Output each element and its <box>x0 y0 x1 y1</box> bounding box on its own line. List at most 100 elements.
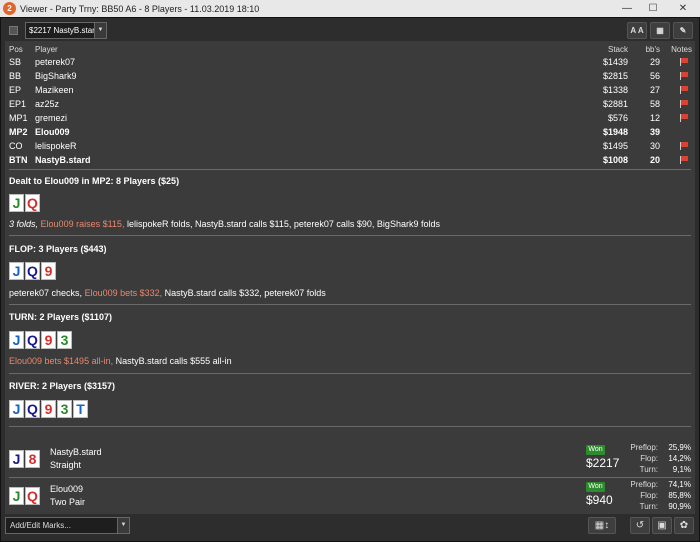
playing-card: 8 <box>25 450 40 468</box>
playing-card: Q <box>25 400 40 418</box>
equity-label: Turn: <box>639 465 658 474</box>
flop-hero-action: Elou009 bets $332, <box>84 288 163 298</box>
won-amount: $940 <box>586 493 613 507</box>
note-flag-icon[interactable] <box>680 58 689 66</box>
toolbar: $2217 NastyB.stard ▼ A A ▦ ✎ <box>5 22 695 39</box>
player-select[interactable]: $2217 NastyB.stard ▼ <box>25 22 107 39</box>
showdown-cards: J8 <box>9 450 40 468</box>
equity-value: 14,2% <box>668 454 691 463</box>
playing-card: 9 <box>41 400 56 418</box>
table-row[interactable]: MP2 Elou009 $1948 39 <box>5 125 695 139</box>
table-row[interactable]: BTN NastyB.stard $1008 20 <box>5 153 695 167</box>
chevron-down-icon[interactable]: ▼ <box>94 23 106 38</box>
note-flag-icon[interactable] <box>680 156 689 164</box>
player-name: gremezi <box>35 113 68 123</box>
player-stack: $2815 <box>602 71 628 81</box>
equity-label: Preflop: <box>630 480 658 489</box>
divider <box>9 169 691 170</box>
winner-name: NastyB.stard <box>50 447 102 457</box>
calculator-icon[interactable]: ▦↕ <box>588 517 616 534</box>
player-position: SB <box>9 57 22 67</box>
flop-title: FLOP: 3 Players ($443) <box>9 244 107 254</box>
player-name: Elou009 <box>35 127 70 137</box>
note-flag-icon[interactable] <box>680 72 689 80</box>
table-row[interactable]: BB BigShark9 $2815 56 <box>5 69 695 83</box>
pencil-icon[interactable]: ✎ <box>673 22 693 39</box>
player-stack: $1439 <box>602 57 628 67</box>
player-name: NastyB.stard <box>35 155 91 165</box>
divider <box>9 304 691 305</box>
player-position: MP2 <box>9 127 28 137</box>
player-stack: $1495 <box>602 141 628 151</box>
table-row[interactable]: CO lelispokeR $1495 30 <box>5 139 695 153</box>
chevron-down-icon[interactable]: ▼ <box>117 518 129 533</box>
playing-card: 3 <box>57 331 72 349</box>
winner-name: Elou009 <box>50 484 84 494</box>
playing-card: Q <box>25 331 40 349</box>
divider <box>9 426 691 427</box>
divider <box>9 235 691 236</box>
flop-pre-action: peterek07 checks, <box>9 288 83 298</box>
note-flag-icon[interactable] <box>680 100 689 108</box>
player-bbs: 29 <box>649 57 660 67</box>
turn-cards: JQ93 <box>9 331 72 349</box>
player-name: peterek07 <box>35 57 76 67</box>
replay-icon[interactable]: ↺ <box>630 517 650 534</box>
player-bbs: 56 <box>649 71 660 81</box>
flop-cards: JQ9 <box>9 262 56 280</box>
equity-value: 90,9% <box>668 502 691 511</box>
divider <box>9 477 691 478</box>
preflop-hero-action: Elou009 raises $115, <box>40 219 125 229</box>
equity-value: 25,9% <box>668 443 691 452</box>
equity-value: 9,1% <box>672 465 691 474</box>
font-size-button[interactable]: A A <box>627 22 647 39</box>
marks-placeholder: Add/Edit Marks... <box>10 521 71 530</box>
table-row[interactable]: SB peterek07 $1439 29 <box>5 55 695 69</box>
player-stack: $1948 <box>602 127 628 137</box>
player-bbs: 12 <box>649 113 660 123</box>
player-bbs: 20 <box>649 155 660 165</box>
select-checkbox[interactable] <box>9 26 18 35</box>
table-row[interactable]: EP Mazikeen $1338 27 <box>5 83 695 97</box>
playing-card: 9 <box>41 331 56 349</box>
equity-label: Flop: <box>640 454 658 463</box>
table-row[interactable]: MP1 gremezi $576 12 <box>5 111 695 125</box>
twitter-icon[interactable]: ✿ <box>674 517 694 534</box>
turn-actions: Elou009 bets $1495 all-in, NastyB.stard … <box>9 356 232 366</box>
player-position: EP <box>9 85 22 95</box>
equity-stat: Flop: 14,2% <box>616 453 691 464</box>
equity-stat: Flop: 85,8% <box>616 490 691 501</box>
hand-history: Pos Player Stack bb's Notes SB peterek07 $… <box>5 41 695 514</box>
preflop-folds: 3 folds, <box>9 219 39 229</box>
player-bbs: 39 <box>649 127 660 137</box>
close-icon[interactable]: ✕ <box>666 0 700 17</box>
river-cards: JQ93T <box>9 400 88 418</box>
table-row[interactable]: EP1 az25z $2881 58 <box>5 97 695 111</box>
turn-other-actions: NastyB.stard calls $555 all-in <box>115 356 232 366</box>
player-stack: $2881 <box>602 99 628 109</box>
turn-hero-action: Elou009 bets $1495 all-in, <box>9 356 114 366</box>
note-flag-icon[interactable] <box>680 142 689 150</box>
minimize-icon[interactable]: — <box>614 0 640 17</box>
equity-value: 85,8% <box>668 491 691 500</box>
playing-card: J <box>9 194 24 212</box>
app-logo-icon: 2 <box>3 2 16 15</box>
note-flag-icon[interactable] <box>680 114 689 122</box>
grid-icon[interactable]: ▦ <box>650 22 670 39</box>
hand-rank: Straight <box>50 460 82 470</box>
marks-dropdown[interactable]: Add/Edit Marks... ▼ <box>5 517 130 534</box>
player-bbs: 58 <box>649 99 660 109</box>
equity-stat: Preflop: 25,9% <box>616 442 691 453</box>
playing-card: J <box>9 487 24 505</box>
flop-other-actions: NastyB.stard calls $332, peterek07 folds <box>164 288 326 298</box>
showdown-result: J Q Elou009 Two Pair Won $940 Preflop: 74,1% Flo… <box>5 478 695 514</box>
save-icon[interactable]: ▣ <box>652 517 672 534</box>
player-name: lelispokeR <box>35 141 77 151</box>
player-position: CO <box>9 141 23 151</box>
playing-card: T <box>73 400 88 418</box>
player-bbs: 30 <box>649 141 660 151</box>
note-flag-icon[interactable] <box>680 86 689 94</box>
playing-card: J <box>9 450 24 468</box>
maximize-icon[interactable]: ☐ <box>640 0 666 17</box>
river-title: RIVER: 2 Players ($3157) <box>9 381 116 391</box>
